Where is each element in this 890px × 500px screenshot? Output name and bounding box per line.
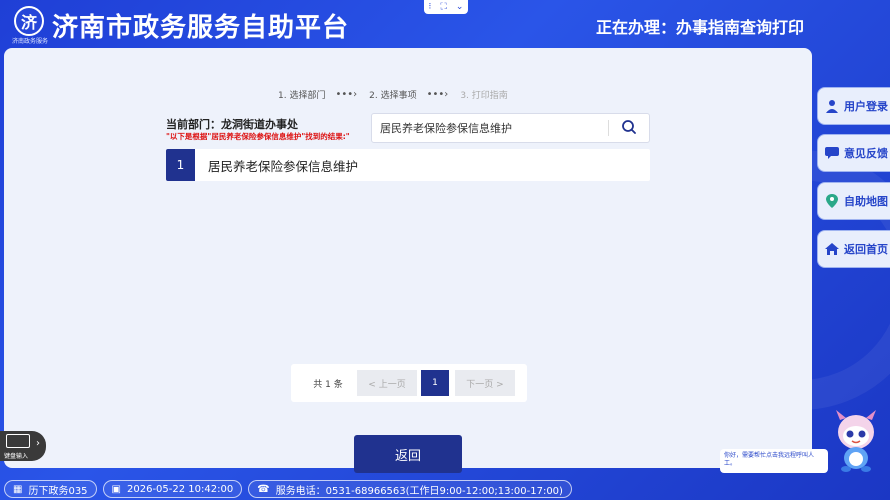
- map-icon: [824, 193, 840, 209]
- result-list-item[interactable]: 1 居民养老保险参保信息维护: [166, 149, 650, 181]
- main-panel: [4, 48, 812, 468]
- search-result-hint: "以下是根据"居民养老保险参保信息维护"找到的结果:": [166, 132, 350, 141]
- search-button[interactable]: [616, 117, 642, 139]
- calendar-icon: ▣: [111, 483, 121, 495]
- search-divider: [608, 120, 609, 136]
- search-input[interactable]: [372, 114, 608, 142]
- user-icon: [824, 98, 840, 114]
- sidebar-item-map[interactable]: 自助地图: [817, 182, 890, 220]
- mascot-icon: [836, 410, 876, 472]
- status-bar: ▦ 历下政务035 ▣ 2026-05-22 10:42:00 ☎ 服务电话：0…: [0, 478, 890, 500]
- sidebar-item-label: 用户登录: [844, 100, 888, 113]
- step-arrow-icon: •••›: [426, 89, 449, 100]
- result-index: 1: [166, 149, 195, 181]
- step-arrow-icon: •••›: [335, 89, 358, 100]
- home-icon: [824, 241, 840, 257]
- building-icon: ▦: [13, 483, 23, 495]
- step-select-department: 1. 选择部门: [278, 91, 326, 101]
- sidebar-item-feedback[interactable]: 意见反馈: [817, 134, 890, 172]
- fullscreen-icon[interactable]: ⛶: [440, 2, 446, 12]
- assistant-bubble[interactable]: 你好，需要帮忙点击我远程呼叫人工。: [720, 449, 828, 473]
- feedback-icon: [824, 145, 840, 161]
- sidebar-item-label: 自助地图: [844, 195, 888, 208]
- keyboard-label: 键盘输入: [4, 453, 29, 460]
- service-phone: ☎ 服务电话：0531-68966563(工作日9:00-12:00;13:00…: [248, 480, 572, 498]
- logo-subtitle: 济南政务服务: [11, 38, 48, 45]
- keyboard-icon: [6, 434, 30, 448]
- sidebar-item-label: 意见反馈: [844, 147, 888, 160]
- current-task-label: 正在办理：办事指南查询打印: [595, 18, 804, 37]
- phone-icon: ☎: [257, 483, 270, 495]
- step-select-item: 2. 选择事项: [369, 91, 417, 101]
- assistant-mascot[interactable]: [832, 410, 880, 472]
- search-box: [371, 113, 650, 143]
- page-number-button[interactable]: 1: [421, 370, 449, 396]
- back-button[interactable]: 返回: [354, 435, 462, 473]
- grid-icon[interactable]: ⁝: [429, 2, 432, 12]
- pagination: 共 1 条 < 上一页 1 下一页 >: [291, 364, 527, 402]
- keyboard-input-toggle[interactable]: 键盘输入 ›: [0, 431, 46, 461]
- step-indicator: 1. 选择部门 •••› 2. 选择事项 •••› 3. 打印指南: [278, 88, 518, 101]
- search-icon: [622, 120, 636, 134]
- top-toolbar-widget[interactable]: ⁝ ⛶ ⌄: [424, 0, 468, 14]
- result-name: 居民养老保险参保信息维护: [208, 158, 359, 174]
- current-department: 当前部门：龙洞街道办事处: [166, 118, 298, 131]
- total-count: 共 1 条: [313, 379, 343, 390]
- sidebar-item-label: 返回首页: [844, 243, 888, 256]
- next-page-button[interactable]: 下一页 >: [455, 370, 515, 396]
- header: 济 济南政务服务 济南市政务服务自助平台 ⁝ ⛶ ⌄ 正在办理：办事指南查询打印: [0, 0, 890, 46]
- chevron-right-icon: ›: [36, 438, 40, 449]
- step-print-guide: 3. 打印指南: [460, 91, 508, 101]
- terminal-id: ▦ 历下政务035: [4, 480, 97, 498]
- logo: 济: [14, 6, 44, 36]
- sidebar-item-home[interactable]: 返回首页: [817, 230, 890, 268]
- chevron-down-icon[interactable]: ⌄: [456, 2, 464, 12]
- prev-page-button[interactable]: < 上一页: [357, 370, 417, 396]
- datetime-display: ▣ 2026-05-22 10:42:00: [102, 480, 243, 498]
- sidebar-item-login[interactable]: 用户登录: [817, 87, 890, 125]
- app-title: 济南市政务服务自助平台: [52, 13, 350, 43]
